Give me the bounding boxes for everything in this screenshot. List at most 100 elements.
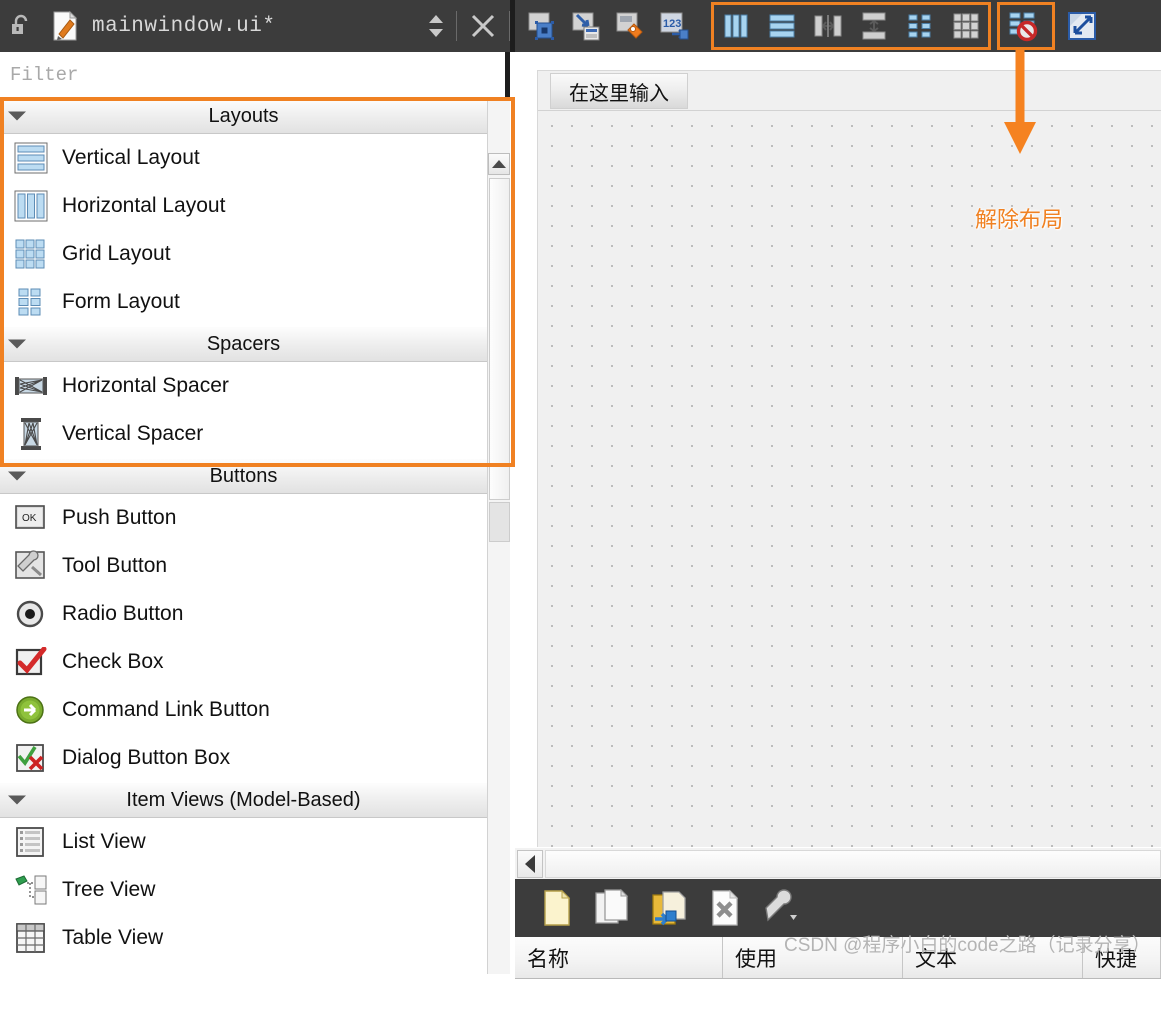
copy-action-button[interactable] [585, 886, 641, 930]
new-action-button[interactable] [529, 886, 585, 930]
search-input[interactable] [10, 63, 490, 86]
list-item-vertical-layout[interactable]: Vertical Layout [0, 134, 487, 182]
list-view-icon [8, 823, 54, 861]
list-item-command-link-button[interactable]: Command Link Button [0, 686, 487, 734]
form-menubar[interactable]: 在这里输入 [538, 71, 1161, 111]
list-item-label: List View [62, 830, 146, 853]
list-item-label: Grid Layout [62, 242, 171, 265]
paste-action-button[interactable] [641, 886, 697, 930]
tree-view-icon [8, 871, 54, 909]
list-item-form-layout[interactable]: Form Layout [0, 278, 487, 326]
layout-in-grid-button[interactable] [947, 6, 985, 46]
scrollbar-thumb[interactable] [489, 178, 510, 500]
group-title: Buttons [209, 464, 278, 487]
tool-button-icon [8, 547, 54, 585]
column-header-used[interactable]: 使用 [723, 937, 903, 978]
widget-group-spacers[interactable]: Spacers [0, 326, 487, 362]
unlock-icon[interactable] [0, 0, 44, 52]
triangle-up-icon [492, 160, 506, 168]
column-header-shortcut[interactable]: 快捷 [1083, 937, 1161, 978]
list-item-list-view[interactable]: List View [0, 818, 487, 866]
chevron-down-icon [8, 471, 26, 481]
annotation-arrow [1001, 50, 1041, 160]
svg-text:123: 123 [663, 18, 681, 30]
command-link-button-icon [8, 691, 54, 729]
column-header-name[interactable]: 名称 [515, 937, 723, 978]
check-box-icon [8, 643, 54, 681]
list-item-label: Command Link Button [62, 698, 270, 721]
group-title: Layouts [208, 104, 279, 127]
list-item-radio-button[interactable]: Radio Button [0, 590, 487, 638]
form-grid-surface[interactable] [538, 112, 1161, 847]
configure-button[interactable] [753, 886, 809, 930]
scroll-up-button[interactable] [488, 153, 510, 175]
list-item-label: Table View [62, 926, 164, 949]
widget-group-item-views[interactable]: Item Views (Model-Based) [0, 782, 487, 818]
close-x-icon[interactable] [457, 0, 509, 52]
grid-layout-icon [8, 235, 54, 273]
layout-horizontally-button[interactable] [717, 6, 755, 46]
list-item-push-button[interactable]: OK Push Button [0, 494, 487, 542]
menu-type-here[interactable]: 在这里输入 [550, 73, 688, 109]
list-item-label: Vertical Spacer [62, 422, 204, 445]
table-view-icon [8, 919, 54, 957]
widget-group-layouts[interactable]: Layouts [0, 98, 487, 134]
action-table-header: 名称 使用 文本 快捷 [515, 937, 1161, 978]
form-canvas[interactable]: 在这里输入 [515, 52, 1161, 847]
action-table-body[interactable] [515, 978, 1161, 1026]
chevron-down-icon [8, 111, 26, 121]
widget-list[interactable]: Layouts Vertical Layout Horizontal Layou… [0, 98, 487, 974]
column-header-text[interactable]: 文本 [903, 937, 1083, 978]
edit-widgets-button[interactable] [523, 6, 561, 46]
title-bar: mainwindow.ui* [0, 0, 510, 52]
widget-group-buttons[interactable]: Buttons [0, 458, 487, 494]
list-item-grid-layout[interactable]: Grid Layout [0, 230, 487, 278]
layout-splitter-vertical-button[interactable] [855, 6, 893, 46]
list-item-table-view[interactable]: Table View [0, 914, 487, 962]
list-item-label: Push Button [62, 506, 177, 529]
list-item-label: Vertical Layout [62, 146, 200, 169]
list-item-label: Radio Button [62, 602, 184, 625]
scrollbar-track-segment[interactable] [489, 502, 510, 542]
layout-in-form-button[interactable] [901, 6, 939, 46]
list-item-tree-view[interactable]: Tree View [0, 866, 487, 914]
layout-vertically-button[interactable] [763, 6, 801, 46]
window-title: mainwindow.ui* [92, 14, 276, 38]
group-title: Item Views (Model-Based) [126, 788, 361, 811]
ui-file-icon [44, 0, 86, 52]
list-item-dialog-button-box[interactable]: Dialog Button Box [0, 734, 487, 782]
adjust-size-button[interactable] [1063, 6, 1101, 46]
delete-action-button[interactable] [697, 886, 753, 930]
design-form[interactable]: 在这里输入 [537, 70, 1161, 847]
scrollbar-track[interactable] [545, 850, 1161, 878]
list-item-label: Horizontal Layout [62, 194, 226, 217]
action-editor-toolbar [515, 879, 1161, 937]
form-editor-panel: 在这里输入 名称 使用 文本 快捷 [515, 52, 1161, 1026]
filter-row [0, 52, 505, 98]
edit-buddies-button[interactable] [611, 6, 649, 46]
push-button-icon: OK [8, 499, 54, 537]
vertical-layout-icon [8, 139, 54, 177]
svg-text:OK: OK [22, 513, 37, 524]
break-layout-button[interactable] [1004, 6, 1042, 46]
scroll-left-button[interactable] [517, 850, 543, 878]
list-item-label: Horizontal Spacer [62, 374, 229, 397]
list-item-horizontal-spacer[interactable]: Horizontal Spacer [0, 362, 487, 410]
edit-tab-order-button[interactable]: 123 [655, 6, 693, 46]
list-item-check-box[interactable]: Check Box [0, 638, 487, 686]
list-item-tool-button[interactable]: Tool Button [0, 542, 487, 590]
form-layout-icon [8, 283, 54, 321]
radio-button-icon [8, 595, 54, 633]
edit-signals-slots-button[interactable] [567, 6, 605, 46]
up-down-arrows-icon[interactable] [416, 0, 456, 52]
annotation-label: 解除布局 [975, 207, 1064, 232]
canvas-horizontal-scrollbar[interactable] [515, 847, 1161, 879]
layout-splitter-horizontal-button[interactable] [809, 6, 847, 46]
chevron-down-icon [8, 795, 26, 805]
widget-list-scrollbar[interactable] [487, 98, 510, 974]
dialog-button-box-icon [8, 739, 54, 777]
list-item-vertical-spacer[interactable]: Vertical Spacer [0, 410, 487, 458]
list-item-horizontal-layout[interactable]: Horizontal Layout [0, 182, 487, 230]
list-item-label: Form Layout [62, 290, 180, 313]
triangle-left-icon [525, 855, 535, 873]
